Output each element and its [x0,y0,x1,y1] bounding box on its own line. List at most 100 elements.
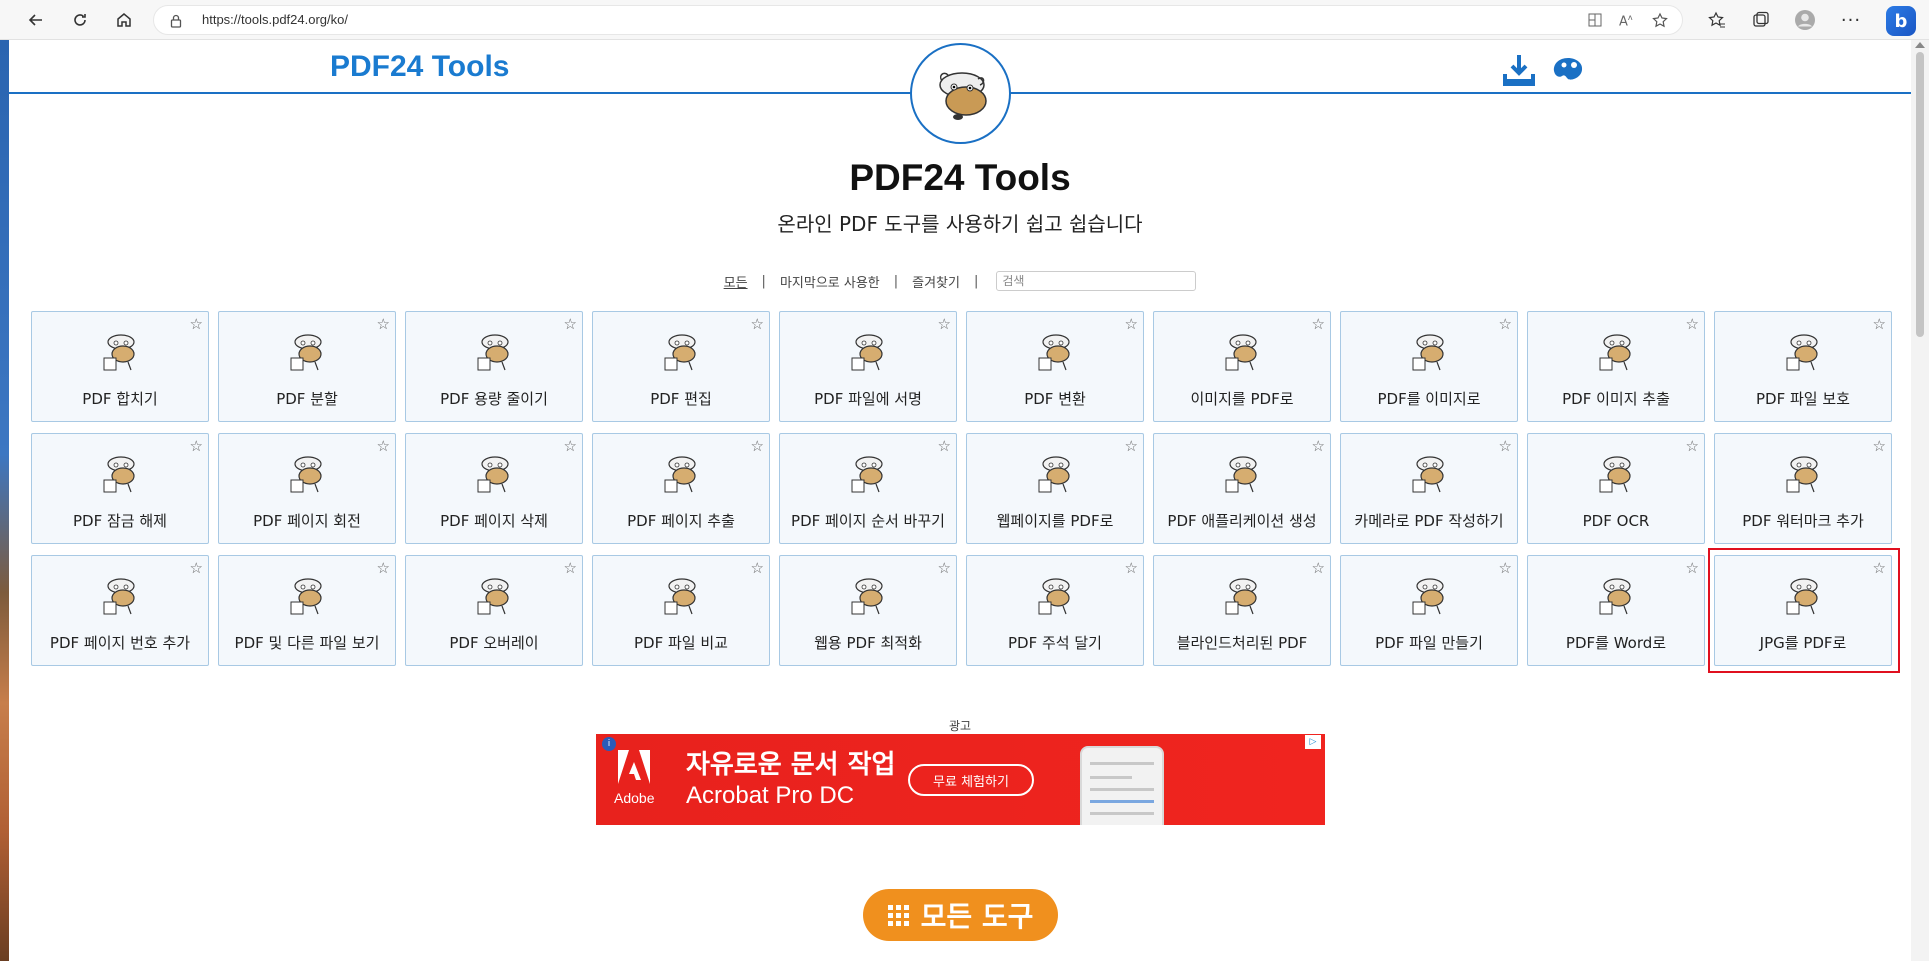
favorite-star-icon[interactable]: ☆ [1499,559,1512,577]
tool-tile[interactable]: ☆ PDF 페이지 삭제 [405,433,583,544]
favorite-star-icon[interactable]: ☆ [938,315,951,333]
home-icon[interactable] [110,6,138,34]
favorite-star-icon[interactable]: ☆ [377,437,390,455]
filter-separator: | [893,273,899,289]
tool-tile[interactable]: ☆ PDF 페이지 순서 바꾸기 [779,433,957,544]
collections-icon[interactable] [1748,7,1774,33]
add-favorite-icon[interactable] [1652,12,1670,34]
favorite-star-icon[interactable]: ☆ [1686,559,1699,577]
tool-label: PDF 파일 비교 [634,634,728,652]
all-tools-label: 모든 도구 [920,900,1034,933]
adobe-ad-banner[interactable]: i ▷ Adobe 자유로운 문서 작업 Acrobat Pro DC 무료 체… [596,734,1325,825]
address-bar[interactable]: https://tools.pdf24.org/ko/ Aʌ [153,5,1683,35]
tool-label: PDF 페이지 삭제 [440,512,548,530]
more-options-icon[interactable]: ··· [1838,7,1864,33]
tool-tile[interactable]: ☆ 웹페이지를 PDF로 [966,433,1144,544]
tool-tile[interactable]: ☆ PDF 파일 보호 [1714,311,1892,422]
tool-tile[interactable]: ☆ PDF 편집 [592,311,770,422]
download-icon[interactable] [1501,52,1537,88]
favorite-star-icon[interactable]: ☆ [377,559,390,577]
tool-tile[interactable]: ☆ PDF 용량 줄이기 [405,311,583,422]
favorite-star-icon[interactable]: ☆ [1312,437,1325,455]
tool-tile[interactable]: ☆ PDF 애플리케이션 생성 [1153,433,1331,544]
tool-tile[interactable]: ☆ 이미지를 PDF로 [1153,311,1331,422]
extract-images-icon [1592,324,1642,374]
favorite-star-icon[interactable]: ☆ [564,437,577,455]
tool-tile[interactable]: ☆ PDF 합치기 [31,311,209,422]
split-screen-icon[interactable] [1587,12,1603,32]
compare-icon [657,568,707,618]
favorite-star-icon[interactable]: ☆ [1686,437,1699,455]
mascot-logo[interactable] [910,43,1011,144]
sheep-mascot-icon [938,71,987,120]
tool-tile[interactable]: ☆ PDF 워터마크 추가 [1714,433,1892,544]
tool-label: PDF 분할 [276,390,338,408]
tool-tile[interactable]: ☆ 카메라로 PDF 작성하기 [1340,433,1518,544]
favorite-star-icon[interactable]: ☆ [1125,437,1138,455]
back-icon[interactable] [22,6,50,34]
tool-tile[interactable]: ☆ PDF를 Word로 [1527,555,1705,666]
tool-tile[interactable]: ☆ PDF 및 다른 파일 보기 [218,555,396,666]
rotate-icon [283,446,333,496]
tool-tile[interactable]: ☆ PDF 페이지 번호 추가 [31,555,209,666]
tool-tile[interactable]: ☆ PDF 이미지 추출 [1527,311,1705,422]
optimize-icon [844,568,894,618]
favorite-star-icon[interactable]: ☆ [1312,315,1325,333]
bing-chat-icon[interactable]: b [1886,6,1916,36]
favorite-star-icon[interactable]: ☆ [564,315,577,333]
profile-avatar[interactable] [1792,7,1818,33]
refresh-icon[interactable] [66,6,94,34]
tool-tile[interactable]: ☆ 블라인드처리된 PDF [1153,555,1331,666]
favorite-star-icon[interactable]: ☆ [751,315,764,333]
favorite-star-icon[interactable]: ☆ [1686,315,1699,333]
adchoices-icon[interactable]: ▷ [1305,735,1321,749]
favorite-star-icon[interactable]: ☆ [564,559,577,577]
favorite-star-icon[interactable]: ☆ [751,437,764,455]
favorite-star-icon[interactable]: ☆ [938,559,951,577]
favorite-star-icon[interactable]: ☆ [751,559,764,577]
filter-recent[interactable]: 마지막으로 사용한 [780,272,880,291]
tool-tile[interactable]: ☆ PDF 페이지 추출 [592,433,770,544]
tool-tile[interactable]: ☆ PDF 변환 [966,311,1144,422]
tool-search-input[interactable]: 검색 [996,271,1197,291]
filter-favorites[interactable]: 즐겨찾기 [912,272,960,291]
tool-tile[interactable]: ☆ PDF 잠금 해제 [31,433,209,544]
tool-tile[interactable]: ☆ PDF 주석 달기 [966,555,1144,666]
all-tools-button[interactable]: 모든 도구 [863,889,1058,941]
scroll-up-arrow[interactable] [1915,42,1925,48]
tool-tile[interactable]: ☆ PDF 파일 비교 [592,555,770,666]
tool-label: 카메라로 PDF 작성하기 [1354,512,1504,530]
favorite-star-icon[interactable]: ☆ [938,437,951,455]
tool-tile[interactable]: ☆ PDF 페이지 회전 [218,433,396,544]
tool-tile[interactable]: ☆ 웹용 PDF 최적화 [779,555,957,666]
protect-icon [1779,324,1829,374]
tool-tile[interactable]: ☆ PDF OCR [1527,433,1705,544]
ad-product: Acrobat Pro DC [686,782,855,809]
favorite-star-icon[interactable]: ☆ [190,559,203,577]
extract-pages-icon [657,446,707,496]
favorite-star-icon[interactable]: ☆ [1873,437,1886,455]
favorite-star-icon[interactable]: ☆ [1499,315,1512,333]
site-logo[interactable]: PDF24 Tools [330,50,509,84]
favorite-star-icon[interactable]: ☆ [1873,315,1886,333]
ad-cta-button[interactable]: 무료 체험하기 [908,764,1034,796]
favorite-star-icon[interactable]: ☆ [377,315,390,333]
favorite-star-icon[interactable]: ☆ [1125,559,1138,577]
favorites-icon[interactable] [1704,7,1730,33]
tool-tile[interactable]: ☆ PDF 오버레이 [405,555,583,666]
tool-tile[interactable]: ☆ PDF 분할 [218,311,396,422]
tool-tile[interactable]: ☆ PDF 파일에 서명 [779,311,957,422]
favorite-star-icon[interactable]: ☆ [190,437,203,455]
favorite-star-icon[interactable]: ☆ [1125,315,1138,333]
favorite-star-icon[interactable]: ☆ [1499,437,1512,455]
favorite-star-icon[interactable]: ☆ [190,315,203,333]
convert-icon [1031,324,1081,374]
read-aloud-icon[interactable]: Aʌ [1619,13,1633,29]
tool-tile[interactable]: ☆ PDF 파일 만들기 [1340,555,1518,666]
palette-icon[interactable] [1550,52,1586,88]
favorite-star-icon[interactable]: ☆ [1312,559,1325,577]
tool-tile[interactable]: ☆ PDF를 이미지로 [1340,311,1518,422]
filter-all[interactable]: 모든 [724,272,748,291]
browser-toolbar: https://tools.pdf24.org/ko/ Aʌ ··· b [0,0,1929,40]
tool-label: PDF 합치기 [82,390,158,408]
